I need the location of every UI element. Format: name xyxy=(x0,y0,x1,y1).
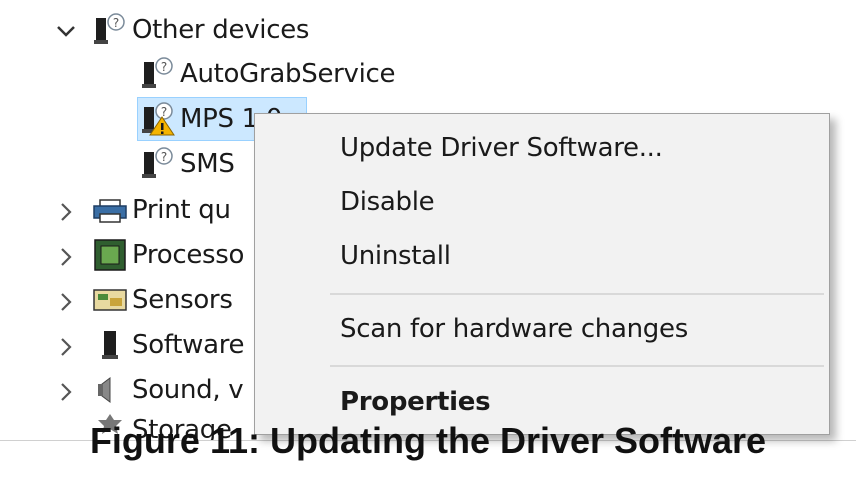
svg-text:?: ? xyxy=(161,60,167,74)
tree-item-label: Sensors xyxy=(132,285,233,315)
warning-device-icon: ? xyxy=(140,101,175,137)
tree-item-print-queues[interactable]: Print qu xyxy=(92,190,231,230)
tree-item-label: Print qu xyxy=(132,195,231,225)
tree-item-processors[interactable]: Processo xyxy=(92,235,244,275)
unknown-device-icon: ? xyxy=(140,146,173,182)
tree-item-sensors[interactable]: Sensors xyxy=(92,280,233,320)
chevron-right-icon[interactable] xyxy=(55,246,77,268)
printer-icon xyxy=(92,192,127,228)
tree-item-sms[interactable]: ? SMS xyxy=(140,144,235,184)
processor-icon xyxy=(92,237,126,273)
speaker-icon xyxy=(92,372,122,408)
tree-item-label: Other devices xyxy=(132,15,310,45)
tree-item-label: Software xyxy=(132,330,245,360)
menu-item-scan-hardware[interactable]: Scan for hardware changes xyxy=(340,309,688,349)
tree-item-label: Sound, v xyxy=(132,375,244,405)
chevron-right-icon[interactable] xyxy=(55,201,77,223)
menu-item-update-driver[interactable]: Update Driver Software... xyxy=(340,128,663,168)
context-menu: Update Driver Software... Disable Uninst… xyxy=(254,113,830,435)
software-device-icon xyxy=(92,327,122,363)
svg-text:?: ? xyxy=(113,16,119,30)
tree-item-label: SMS xyxy=(180,149,235,179)
menu-separator xyxy=(330,293,824,295)
svg-text:?: ? xyxy=(161,150,167,164)
tree-item-label: AutoGrabService xyxy=(180,59,396,89)
menu-item-uninstall[interactable]: Uninstall xyxy=(340,236,451,276)
tree-item-software-devices[interactable]: Software xyxy=(92,325,245,365)
chevron-right-icon[interactable] xyxy=(55,291,77,313)
menu-separator xyxy=(330,365,824,367)
unknown-device-icon: ? xyxy=(140,56,173,92)
unknown-device-icon: ? xyxy=(92,12,125,48)
tree-item-autograbservice[interactable]: ? AutoGrabService xyxy=(140,54,396,94)
chevron-down-icon[interactable] xyxy=(55,20,77,42)
menu-item-disable[interactable]: Disable xyxy=(340,182,435,222)
tree-item-other-devices[interactable]: ? Other devices xyxy=(92,10,309,50)
sensor-icon xyxy=(92,282,127,318)
chevron-right-icon[interactable] xyxy=(55,336,77,358)
chevron-right-icon[interactable] xyxy=(55,381,77,403)
menu-item-properties[interactable]: Properties xyxy=(340,382,491,422)
tree-item-sound[interactable]: Sound, v xyxy=(92,370,244,410)
figure-caption: Figure 11: Updating the Driver Software xyxy=(89,420,767,461)
tree-item-label: Processo xyxy=(132,240,245,270)
